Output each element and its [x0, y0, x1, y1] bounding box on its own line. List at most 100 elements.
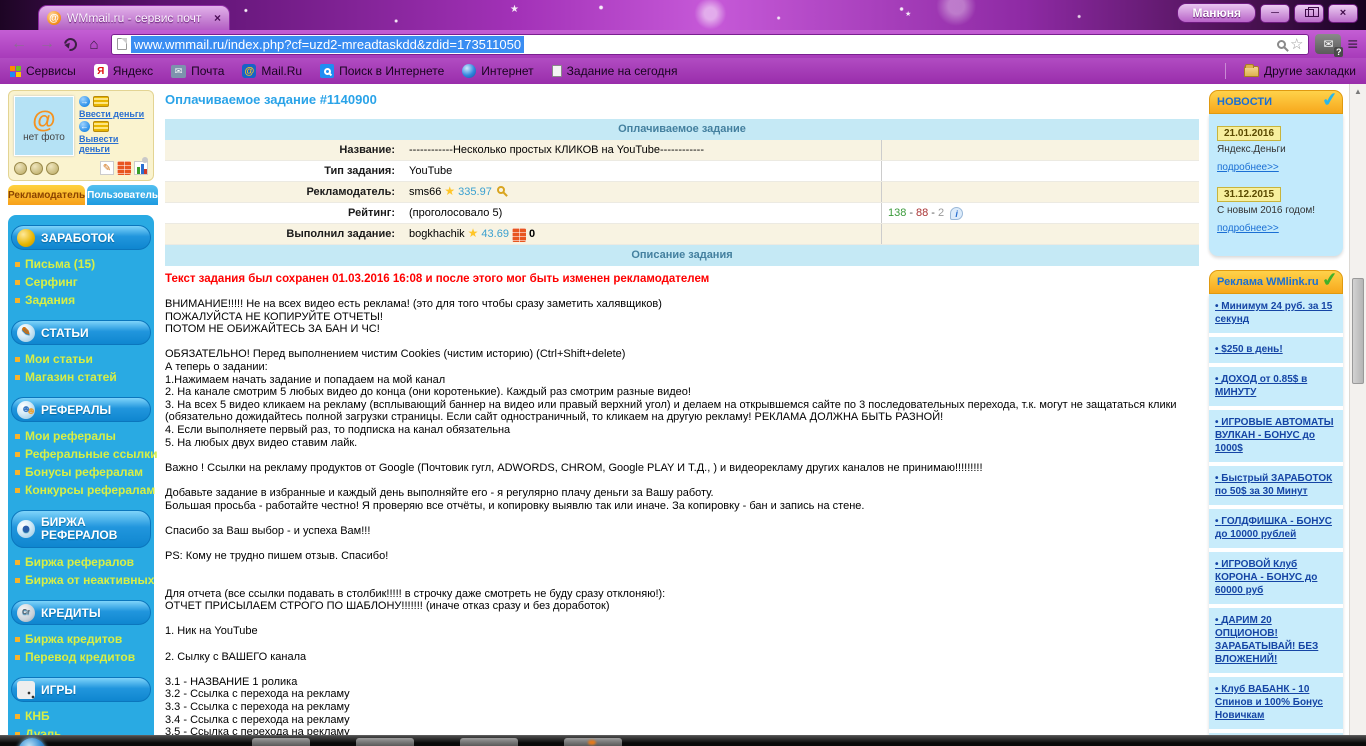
url-text[interactable]: www.wmmail.ru/index.php?cf=uzd2-mreadtas… [131, 35, 525, 53]
bookmark-yandex[interactable]: Я Яндекс [93, 64, 153, 78]
view-profile-magnifier-icon[interactable] [496, 186, 505, 194]
sidebar-header-earnings[interactable]: ЗАРАБОТОК [11, 225, 151, 250]
bullet-icon [15, 262, 20, 267]
sidebar-header-articles[interactable]: ✎ СТАТЬИ [11, 320, 151, 345]
taskbar-button[interactable] [460, 738, 518, 746]
bookmark-mail[interactable]: ✉ Почта [171, 64, 224, 78]
news-more-link[interactable]: подробнее>> [1217, 223, 1279, 234]
home-icon[interactable]: ⌂ [83, 37, 105, 52]
maximize-button[interactable] [1294, 3, 1324, 23]
zoom-icon[interactable] [1277, 39, 1287, 49]
mail-badge: ? [1333, 47, 1344, 57]
task-table: Оплачиваемое задание Название: ---------… [165, 119, 1199, 266]
bullet-icon [15, 714, 20, 719]
wmlink-ads-panel: Реклама WMlink.ru ✔ Минимум 24 руб. за 1… [1209, 269, 1343, 746]
address-bar[interactable]: www.wmmail.ru/index.php?cf=uzd2-mreadtas… [111, 33, 1310, 55]
ad-link-item[interactable]: Минимум 24 руб. за 15 секунд [1209, 294, 1343, 333]
bullet-icon [15, 488, 20, 493]
sidebar-header-referral-exchange[interactable]: ☻ БИРЖА РЕФЕРАЛОВ [11, 510, 151, 548]
advertiser-username[interactable]: sms66 [409, 186, 441, 198]
wall-icon[interactable] [117, 161, 131, 175]
page-scrollbar[interactable]: ▲ [1349, 84, 1366, 735]
wmlink-header: Реклама WMlink.ru ✔ [1209, 269, 1343, 294]
scroll-up-icon[interactable]: ▲ [1350, 84, 1366, 100]
advertiser-rating[interactable]: 335.97 [458, 186, 492, 198]
ad-link-item[interactable]: ДАРИМ 20 ОПЦИОНОВ! ЗАРАБАТЫВАЙ! БЕЗ ВЛОЖ… [1209, 604, 1343, 673]
sidebar-item-credit-transfer[interactable]: Перевод кредитов [15, 648, 150, 666]
sidebar-item-referral-market[interactable]: Биржа рефералов [15, 553, 150, 571]
scrollbar-thumb[interactable] [1352, 278, 1364, 384]
bookmark-services[interactable]: Сервисы [10, 64, 76, 78]
menu-icon[interactable]: ≡ [1347, 34, 1358, 55]
ad-link-item[interactable]: $250 в день! [1209, 333, 1343, 363]
deposit-link[interactable]: Ввести деньги [79, 109, 148, 119]
ad-link-item[interactable]: Клуб ВАБАНК - 10 Спинов и 100% Бонус Нов… [1209, 673, 1343, 729]
coins-icon [93, 121, 109, 132]
back-icon[interactable]: ← [8, 36, 30, 52]
ad-link-item[interactable]: Быстрый ЗАРАБОТОК по 50$ за 30 Минут [1209, 462, 1343, 505]
sidebar-header-games[interactable]: ИГРЫ [11, 677, 151, 702]
page-title: Оплачиваемое задание #1140900 [165, 92, 377, 107]
info-icon[interactable]: i [950, 207, 964, 220]
bookmark-mailru[interactable]: @ Mail.Ru [242, 64, 302, 78]
ad-link-item[interactable]: ГОЛДФИШКА - БОНУС до 10000 рублей [1209, 505, 1343, 548]
ad-link-item[interactable]: ДОХОД от 0.85$ в МИНУТУ [1209, 363, 1343, 406]
sidebar-item-my-referrals[interactable]: Мои рефералы [15, 427, 150, 445]
sidebar-item-referral-contests[interactable]: Конкурсы рефералам [15, 481, 155, 499]
envelope-icon: ✉ [171, 64, 187, 78]
bookmark-internet[interactable]: Интернет [462, 64, 534, 78]
completed-rating[interactable]: 43.69 [481, 228, 509, 240]
bookmark-star-icon[interactable]: ☆ [1290, 35, 1303, 53]
news-more-link[interactable]: подробнее>> [1217, 162, 1279, 173]
label-type: Тип задания: [324, 165, 395, 177]
stats-chart-icon[interactable] [134, 161, 148, 175]
tab-close-icon[interactable]: × [214, 11, 221, 25]
sidebar-item-article-shop[interactable]: Магазин статей [15, 368, 150, 386]
minimize-button[interactable]: ─ [1260, 3, 1290, 23]
wall-icon[interactable] [511, 228, 526, 242]
exchange-icon: ☻ [17, 520, 35, 538]
forward-icon[interactable]: → [36, 36, 58, 52]
bookmark-search[interactable]: Поиск в Интернете [320, 64, 444, 78]
earnings-icon [17, 228, 35, 247]
titlebar: ★ ★ @ WMmail.ru - сервис почт × Манюня ─… [0, 0, 1366, 30]
sidebar-item-my-articles[interactable]: Мои статьи [15, 350, 150, 368]
sidebar-header-credits[interactable]: Cr КРЕДИТЫ [11, 600, 151, 625]
sidebar-item-surfing[interactable]: Серфинг [15, 273, 150, 291]
taskbar-button[interactable] [252, 738, 310, 746]
games-die-icon [17, 680, 35, 699]
votes-neutral: 2 [937, 207, 945, 219]
withdraw-link[interactable]: Вывести деньги [79, 134, 148, 154]
mail-icon: ✉ [1323, 37, 1334, 51]
close-button[interactable]: × [1328, 3, 1358, 23]
ad-link-item[interactable]: ИГРОВЫЕ АВТОМАТЫ ВУЛКАН - БОНУС до 1000$ [1209, 406, 1343, 462]
sidebar-item-referral-bonuses[interactable]: Бонусы рефералам [15, 463, 150, 481]
news-date-badge: 31.12.2015 [1217, 187, 1282, 202]
value-name: ------------Несколько простых КЛИКОВ на … [409, 144, 704, 156]
sidebar-item-letters[interactable]: Письма (15) [15, 255, 150, 273]
tab-title: WMmail.ru - сервис почт [67, 11, 202, 25]
news-header: НОВОСТИ ✔ [1209, 89, 1343, 114]
sidebar-item-inactive-market[interactable]: Биржа от неактивных [15, 571, 154, 589]
profile-user-button[interactable]: Манюня [1177, 3, 1256, 23]
sidebar-item-credit-market[interactable]: Биржа кредитов [15, 630, 150, 648]
notes-icon[interactable]: ✎ [100, 161, 114, 175]
browser-toolbar: ← → ⌂ www.wmmail.ru/index.php?cf=uzd2-mr… [0, 30, 1366, 58]
tab-user[interactable]: Пользователь [87, 185, 159, 205]
ad-link-item[interactable]: ИГРОВОЙ Клуб КОРОНА - БОНУС до 60000 руб [1209, 548, 1343, 604]
sidebar-item-tasks[interactable]: Задания [15, 291, 150, 309]
tab-advertiser[interactable]: Рекламодатель [8, 185, 86, 205]
start-orb-icon[interactable] [18, 738, 46, 746]
main-content: Оплачиваемое задание #1140900 Оплачиваем… [165, 90, 1199, 746]
sidebar-item-referral-links[interactable]: Реферальные ссылки [15, 445, 158, 463]
browser-tab[interactable]: @ WMmail.ru - сервис почт × [38, 5, 230, 30]
reload-icon[interactable] [61, 34, 80, 54]
completed-username[interactable]: bogkhachik [409, 228, 465, 240]
bookmark-daily-task[interactable]: Задание на сегодня [551, 64, 678, 78]
sidebar-item-knb[interactable]: КНБ [15, 707, 150, 725]
other-bookmarks[interactable]: Другие закладки [1244, 63, 1356, 78]
maximize-icon [1304, 7, 1319, 17]
sidebar-header-referrals[interactable]: ☻ РЕФЕРАЛЫ [11, 397, 151, 422]
mail-extension-icon[interactable]: ✉ ? [1315, 34, 1344, 57]
taskbar-button[interactable] [356, 738, 414, 746]
